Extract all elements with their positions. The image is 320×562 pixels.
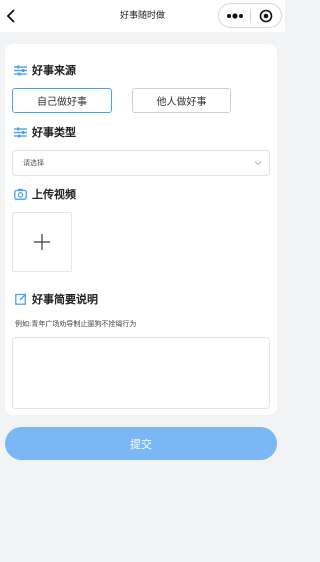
description-title-label: 好事简要说明 (32, 293, 98, 306)
more-button[interactable] (219, 4, 250, 27)
type-section-title: 好事类型 (14, 124, 76, 140)
more-dots-icon (226, 12, 243, 19)
form-card: 好事来源 自己做好事 他人做好事 好事类型 请选择 上传视频 好事简要说明 例如… (5, 44, 277, 415)
source-section-title: 好事来源 (14, 62, 76, 78)
description-hint: 例如:青年广场劝导制止遛狗不拴绳行为 (15, 320, 137, 328)
source-title-label: 好事来源 (32, 64, 76, 77)
source-option-others[interactable]: 他人做好事 (132, 88, 231, 113)
upload-video-button[interactable] (12, 212, 72, 272)
type-title-label: 好事类型 (32, 126, 76, 139)
description-section-title: 好事简要说明 (14, 291, 98, 307)
type-select[interactable]: 请选择 (12, 150, 270, 176)
description-textarea[interactable] (12, 337, 270, 409)
plus-icon (34, 234, 50, 250)
sliders-icon (14, 126, 27, 139)
edit-icon (14, 293, 27, 306)
video-title-label: 上传视频 (32, 188, 76, 201)
submit-button[interactable]: 提交 (5, 427, 277, 460)
video-section-title: 上传视频 (14, 186, 76, 202)
type-select-placeholder: 请选择 (23, 159, 44, 167)
camera-icon (14, 188, 27, 201)
mini-program-capsule (218, 3, 282, 28)
chevron-down-icon (254, 161, 262, 166)
close-button[interactable] (251, 4, 281, 27)
source-option-self[interactable]: 自己做好事 (12, 88, 112, 113)
sliders-icon (14, 64, 27, 77)
target-close-icon (259, 9, 273, 22)
navigation-bar: 好事随时做 (0, 0, 285, 32)
